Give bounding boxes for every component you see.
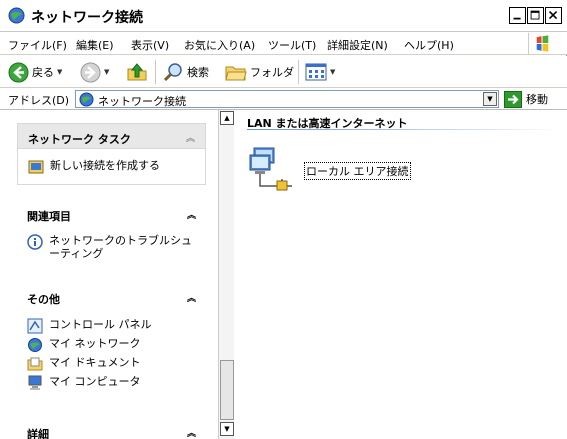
my-network-icon <box>28 338 42 352</box>
menu-advanced[interactable]: 詳細設定(N) <box>327 37 388 53</box>
task-pane: ネットワーク タスク ︽ 新しい接続を作成する 関連項目 ︽ ネットワークのトラ… <box>0 110 218 439</box>
minimize-button[interactable] <box>509 7 526 24</box>
views-dropdown-icon[interactable]: ▼ <box>330 68 335 76</box>
my-computer-icon <box>28 375 42 390</box>
panel-title: ネットワーク タスク <box>28 133 131 146</box>
up-folder-icon <box>127 63 147 81</box>
up-folder-button[interactable] <box>126 60 148 84</box>
windows-logo-icon <box>528 33 549 54</box>
control-panel-icon <box>27 318 43 334</box>
standard-toolbar: 戻る ▼ ▼ 検索 フォルダ ▼ <box>0 56 567 88</box>
window-title: ネットワーク接続 <box>31 10 143 26</box>
task-label: マイ ドキュメント <box>49 356 141 369</box>
back-label: 戻る <box>32 66 54 79</box>
task-label: ネットワークのトラブルシューティング <box>49 234 192 260</box>
views-button[interactable]: ▼ <box>305 60 335 84</box>
panel-details-header[interactable]: 詳細 ︽ <box>17 419 206 439</box>
menu-edit[interactable]: 編集(E) <box>76 37 114 53</box>
menu-favorites[interactable]: お気に入り(A) <box>184 37 255 53</box>
forward-arrow-icon <box>80 62 101 82</box>
collapse-chevron-icon[interactable]: ︽ <box>187 291 196 304</box>
panel-other-header[interactable]: その他 ︽ <box>17 284 206 310</box>
menu-help[interactable]: ヘルプ(H) <box>404 37 454 53</box>
local-area-connection-icon <box>249 147 292 191</box>
scroll-up-arrow-icon[interactable]: ▲ <box>220 111 234 125</box>
folder-icon <box>225 66 247 80</box>
scroll-thumb[interactable] <box>220 360 234 420</box>
collapse-chevron-icon[interactable]: ︽ <box>187 426 196 439</box>
go-label: 移動 <box>526 93 548 106</box>
my-documents-icon <box>27 357 43 371</box>
maximize-icon <box>530 10 540 20</box>
search-icon <box>163 62 182 81</box>
toolbar-separator <box>155 60 156 84</box>
minimize-icon <box>513 17 521 20</box>
address-bar: アドレス(D) ネットワーク接続 ▼ 移動 <box>0 88 567 110</box>
panel-related-header[interactable]: 関連項目 ︽ <box>17 201 206 227</box>
address-dropdown-icon[interactable]: ▼ <box>483 92 497 106</box>
task-network-troubleshooting[interactable]: ネットワークのトラブルシューティング <box>27 234 202 260</box>
back-arrow-icon <box>8 62 29 82</box>
address-label: アドレス(D) <box>8 94 70 107</box>
close-button[interactable] <box>545 7 562 24</box>
close-icon <box>548 10 558 20</box>
address-value: ネットワーク接続 <box>98 95 186 108</box>
menu-tools[interactable]: ツール(T) <box>268 37 316 53</box>
panel-other-body: コントロール パネル マイ ネットワーク マイ ドキュメント マイ コンピュータ <box>17 310 206 400</box>
forward-button[interactable]: ▼ <box>80 60 109 84</box>
group-divider <box>247 129 562 130</box>
task-pane-scrollbar[interactable]: ▲ ▼ <box>218 110 234 439</box>
scroll-down-arrow-icon[interactable]: ▼ <box>220 422 234 436</box>
panel-title: 詳細 <box>27 428 49 439</box>
folders-label: フォルダ <box>250 66 294 79</box>
task-my-network[interactable]: マイ ネットワーク <box>27 337 141 353</box>
panel-title: 関連項目 <box>27 210 71 223</box>
address-input[interactable]: ネットワーク接続 ▼ <box>75 90 499 108</box>
menu-view[interactable]: 表示(V) <box>131 37 169 53</box>
network-connections-icon <box>8 7 25 24</box>
task-my-computer[interactable]: マイ コンピュータ <box>27 375 141 391</box>
info-help-icon <box>27 234 43 250</box>
go-button[interactable]: 移動 <box>504 90 548 108</box>
panel-title: その他 <box>27 293 60 306</box>
task-label: コントロール パネル <box>49 318 152 331</box>
panel-network-tasks-body: 新しい接続を作成する <box>17 149 206 185</box>
collapse-chevron-icon[interactable]: ︽ <box>187 208 196 221</box>
menu-bar: ファイル(F) 編集(E) 表示(V) お気に入り(A) ツール(T) 詳細設定… <box>0 32 567 55</box>
network-connections-icon <box>79 92 94 107</box>
connections-view: LAN または高速インターネット ローカル エリア接続 <box>234 110 567 439</box>
task-label: マイ コンピュータ <box>49 375 141 388</box>
task-my-documents[interactable]: マイ ドキュメント <box>27 356 141 372</box>
collapse-chevron-icon[interactable]: ︽ <box>186 131 195 144</box>
folders-button[interactable]: フォルダ <box>225 60 294 84</box>
panel-related-body: ネットワークのトラブルシューティング <box>17 227 206 277</box>
toolbar-separator <box>298 60 299 84</box>
back-button[interactable]: 戻る ▼ <box>8 60 62 84</box>
search-label: 検索 <box>187 66 209 79</box>
task-label: マイ ネットワーク <box>49 337 141 350</box>
back-dropdown-icon[interactable]: ▼ <box>57 68 62 76</box>
forward-dropdown-icon[interactable]: ▼ <box>104 68 109 76</box>
search-button[interactable]: 検索 <box>163 60 209 84</box>
task-control-panel[interactable]: コントロール パネル <box>27 318 152 334</box>
views-icon <box>305 63 327 81</box>
title-bar[interactable]: ネットワーク接続 <box>0 0 567 32</box>
task-create-new-connection[interactable]: 新しい接続を作成する <box>28 159 160 175</box>
menu-file[interactable]: ファイル(F) <box>8 37 67 53</box>
connection-name[interactable]: ローカル エリア接続 <box>304 162 411 180</box>
panel-network-tasks-header[interactable]: ネットワーク タスク ︽ <box>17 123 206 149</box>
new-connection-wizard-icon <box>28 160 44 174</box>
maximize-button[interactable] <box>527 7 544 24</box>
task-label: 新しい接続を作成する <box>50 159 160 172</box>
go-arrow-icon <box>504 90 522 108</box>
